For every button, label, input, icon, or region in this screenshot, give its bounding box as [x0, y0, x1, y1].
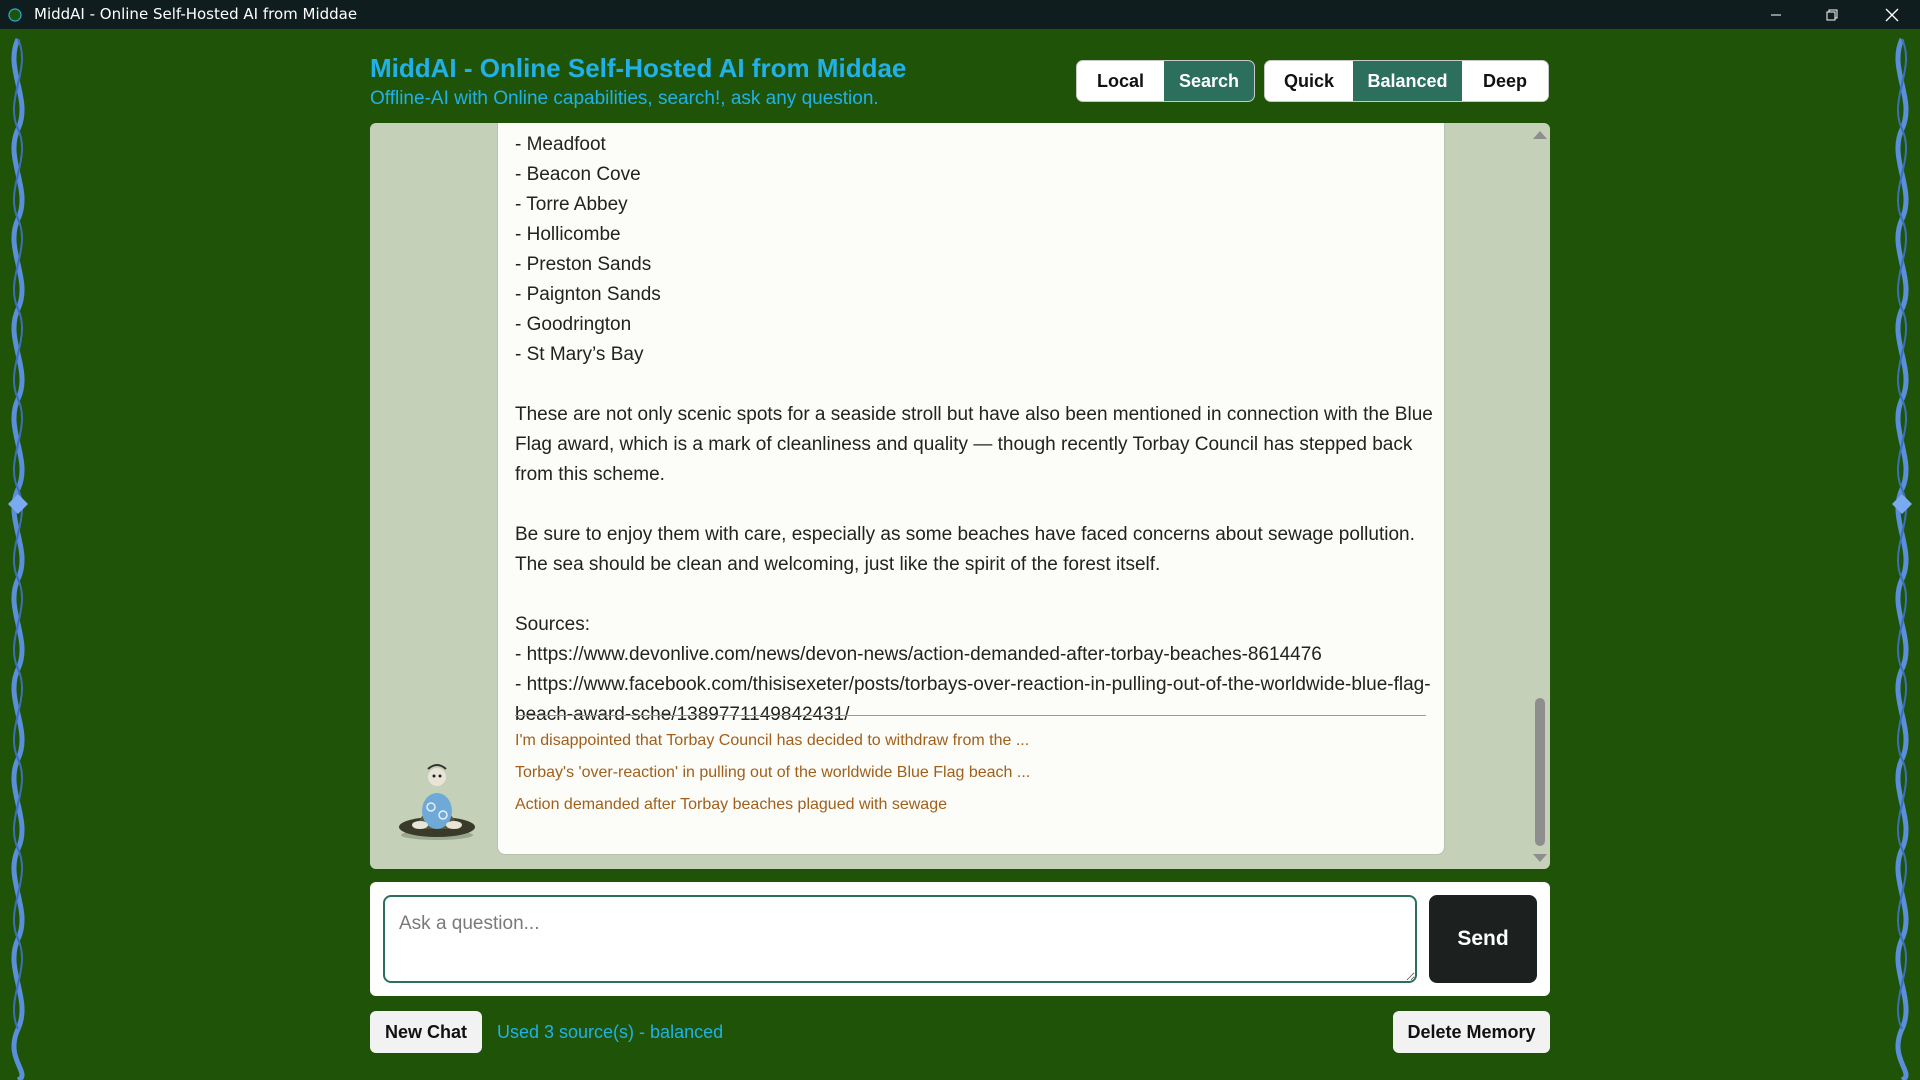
- message-line: - Beacon Cove: [515, 164, 641, 185]
- search-mode-button[interactable]: Search: [1164, 61, 1254, 101]
- deep-mode-button[interactable]: Deep: [1462, 61, 1548, 101]
- source-url: - https://www.facebook.com/thisisexeter/…: [515, 674, 1431, 725]
- source-link[interactable]: Action demanded after Torbay beaches pla…: [515, 794, 1030, 826]
- assistant-message-text: - Meadfoot - Beacon Cove - Torre Abbey -…: [515, 130, 1435, 730]
- sources-divider: [515, 715, 1426, 716]
- close-icon: [1885, 8, 1899, 21]
- balanced-mode-button[interactable]: Balanced: [1353, 61, 1462, 101]
- message-line: - Paignton Sands: [515, 284, 661, 305]
- minimize-button[interactable]: [1748, 0, 1804, 29]
- celtic-border-left-decoration: [8, 37, 28, 1080]
- source-mode-toggle: Local Search: [1076, 60, 1255, 102]
- local-mode-button[interactable]: Local: [1077, 61, 1164, 101]
- restore-icon: [1826, 9, 1838, 20]
- scrollbar-thumb[interactable]: [1535, 698, 1545, 846]
- maximize-button[interactable]: [1804, 0, 1860, 29]
- app-subtitle: Offline-AI with Online capabilities, sea…: [370, 88, 879, 109]
- source-links-list: I'm disappointed that Torbay Council has…: [515, 730, 1030, 826]
- meditating-figure-avatar: [399, 764, 475, 840]
- scroll-up-arrow-icon[interactable]: [1532, 130, 1548, 140]
- window-title: MiddAI - Online Self-Hosted AI from Midd…: [34, 5, 358, 23]
- message-paragraph: These are not only scenic spots for a se…: [515, 404, 1433, 485]
- assistant-message-bubble: - Meadfoot - Beacon Cove - Torre Abbey -…: [497, 123, 1445, 855]
- message-line: - Hollicombe: [515, 224, 621, 245]
- message-line: - Preston Sands: [515, 254, 652, 275]
- scroll-down-arrow-icon[interactable]: [1532, 853, 1548, 863]
- quick-mode-button[interactable]: Quick: [1265, 61, 1353, 101]
- question-input[interactable]: [383, 895, 1417, 983]
- message-paragraph: Be sure to enjoy them with care, especia…: [515, 524, 1415, 575]
- status-text: Used 3 source(s) - balanced: [497, 1022, 724, 1042]
- source-link[interactable]: Torbay's 'over-reaction' in pulling out …: [515, 762, 1030, 794]
- depth-mode-toggle: Quick Balanced Deep: [1264, 60, 1549, 102]
- window-titlebar: MiddAI - Online Self-Hosted AI from Midd…: [0, 0, 1920, 29]
- message-line: - St Mary’s Bay: [515, 344, 644, 365]
- app-icon: [8, 8, 22, 22]
- celtic-border-right-decoration: [1892, 37, 1912, 1080]
- chat-history-panel[interactable]: - Meadfoot - Beacon Cove - Torre Abbey -…: [370, 123, 1550, 869]
- message-line: - Goodrington: [515, 314, 632, 335]
- source-link[interactable]: I'm disappointed that Torbay Council has…: [515, 730, 1030, 762]
- send-button[interactable]: Send: [1429, 895, 1537, 983]
- message-line: - Torre Abbey: [515, 194, 628, 215]
- source-url: - https://www.devonlive.com/news/devon-n…: [515, 644, 1322, 665]
- app-title: MiddAI - Online Self-Hosted AI from Midd…: [370, 53, 907, 83]
- sources-heading: Sources:: [515, 614, 590, 635]
- input-panel: Send: [370, 882, 1550, 996]
- new-chat-button[interactable]: New Chat: [370, 1011, 482, 1053]
- minimize-icon: [1771, 14, 1781, 15]
- delete-memory-button[interactable]: Delete Memory: [1393, 1011, 1550, 1053]
- message-line: - Meadfoot: [515, 134, 606, 155]
- close-button[interactable]: [1864, 0, 1920, 29]
